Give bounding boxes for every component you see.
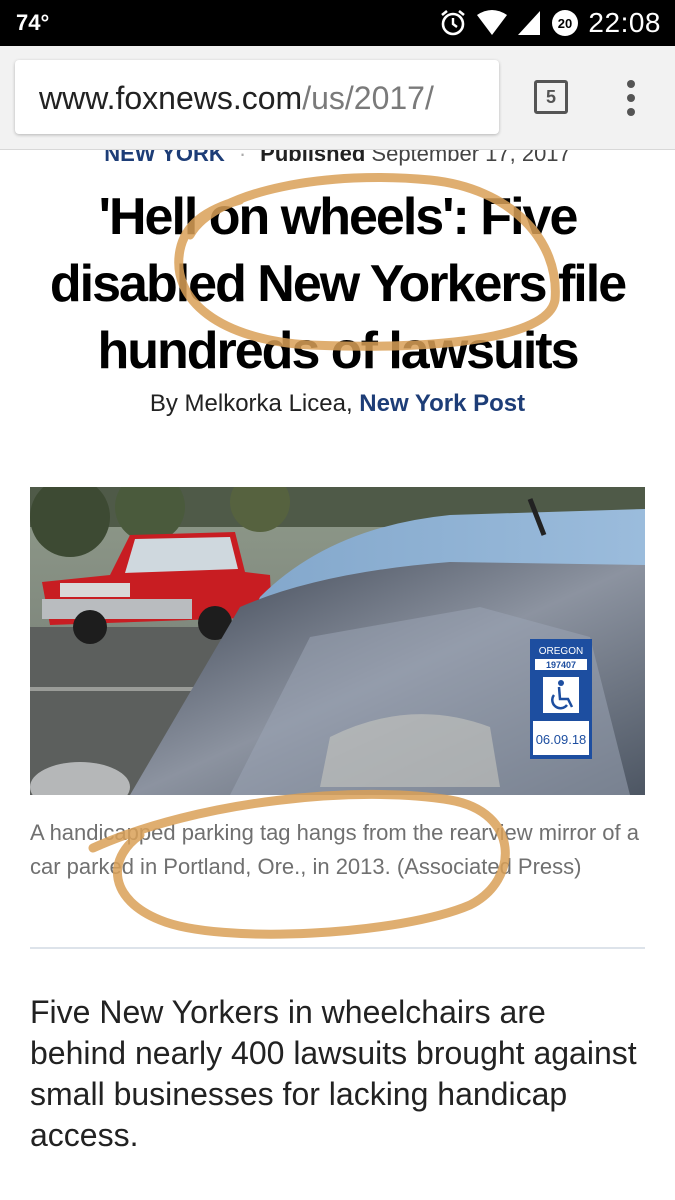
- browser-toolbar: www.foxnews.com/us/2017/ 5: [0, 46, 675, 150]
- article-photo: OREGON 197407 06.09.18: [30, 487, 645, 795]
- cell-signal-icon: [516, 9, 542, 37]
- notification-count: 20: [558, 16, 572, 31]
- byline-source-link[interactable]: New York Post: [359, 390, 525, 417]
- published-date: September 17, 2017: [371, 150, 571, 166]
- byline-author: By Melkorka Licea,: [149, 390, 353, 417]
- status-icons: 20 22:08: [438, 4, 661, 42]
- overflow-menu-icon[interactable]: [618, 78, 644, 118]
- alarm-icon: [438, 8, 468, 38]
- byline: By Melkorka Licea, New York Post: [0, 390, 675, 418]
- url-text: www.foxnews.com/us/2017/: [39, 80, 434, 117]
- url-path: /us/2017/: [302, 80, 434, 116]
- temperature-text: 74°: [16, 10, 50, 35]
- article: NEW YORK · Published September 17, 2017 'H…: [0, 150, 675, 1200]
- article-body: Five New Yorkers in wheelchairs are behi…: [30, 994, 637, 1153]
- tag-number-text: 197407: [546, 660, 576, 670]
- address-bar[interactable]: www.foxnews.com/us/2017/: [15, 60, 499, 134]
- section-link[interactable]: NEW YORK: [104, 150, 225, 166]
- tag-state-text: OREGON: [539, 646, 583, 657]
- photo-caption: A handicapped parking tag hangs from the…: [30, 820, 639, 879]
- url-host: www.foxnews.com: [39, 80, 303, 116]
- headline: 'Hell on wheels': Five disabled New York…: [49, 188, 627, 380]
- meta-separator: ·: [238, 150, 247, 166]
- notification-badge-icon: 20: [550, 8, 580, 38]
- accessibility-icon: [543, 677, 579, 713]
- wifi-icon: [476, 9, 508, 37]
- article-meta: NEW YORK · Published September 17, 2017: [0, 150, 675, 167]
- tab-switcher-icon[interactable]: 5: [534, 80, 568, 114]
- divider: [30, 947, 645, 949]
- published-label: Published: [260, 150, 366, 166]
- clock-time: 22:08: [588, 7, 661, 38]
- tag-expiry-text: 06.09.18: [536, 732, 587, 747]
- status-bar: 74° 20 22:08: [0, 0, 675, 46]
